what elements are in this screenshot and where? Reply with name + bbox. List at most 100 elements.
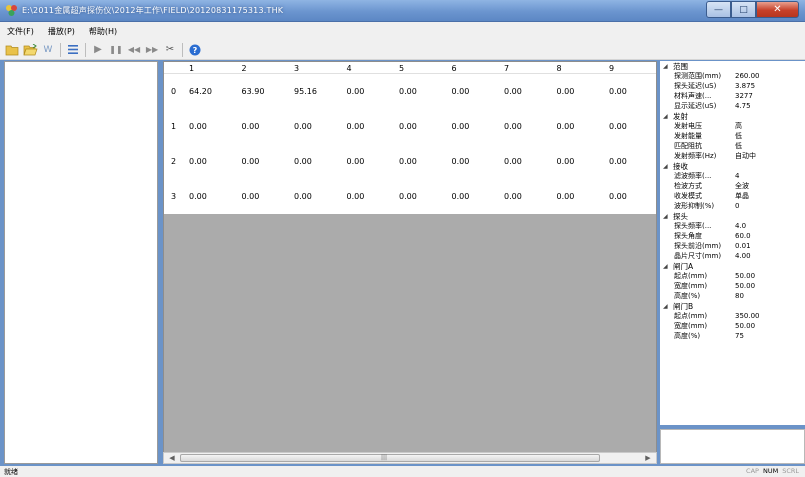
property-value[interactable]: 50.00: [735, 272, 805, 280]
grid-cell[interactable]: 0.00: [447, 144, 500, 179]
property-value[interactable]: 低: [735, 131, 805, 141]
grid-cell[interactable]: 0.00: [499, 109, 552, 144]
category-probe[interactable]: ◢ 探头: [660, 211, 805, 221]
property-value[interactable]: 75: [735, 332, 805, 340]
open-folder-button[interactable]: [22, 42, 38, 58]
category-gate-a[interactable]: ◢ 闸门A: [660, 261, 805, 271]
property-row[interactable]: 收发模式 单晶: [660, 191, 805, 201]
property-value[interactable]: 全波: [735, 181, 805, 191]
play-button[interactable]: ▶: [90, 42, 106, 58]
data-grid-area[interactable]: 1 2 3 4 5 6 7 8 9 0 64.20 63.90 95.16 0.…: [163, 61, 657, 464]
property-row[interactable]: 检波方式 全波: [660, 181, 805, 191]
menu-play[interactable]: 播放(P): [41, 26, 82, 37]
property-row[interactable]: 发射电压 高: [660, 121, 805, 131]
category-receive[interactable]: ◢ 接收: [660, 161, 805, 171]
property-row[interactable]: 探测范围(mm) 260.00: [660, 71, 805, 81]
property-value[interactable]: 60.0: [735, 232, 805, 240]
grid-cell[interactable]: 0.00: [342, 144, 395, 179]
collapse-icon[interactable]: ◢: [660, 113, 673, 120]
column-header[interactable]: 6: [447, 62, 500, 74]
cut-button[interactable]: ✂: [162, 42, 178, 58]
scroll-left-icon[interactable]: ◀: [166, 453, 178, 463]
minimize-button[interactable]: —: [706, 1, 731, 18]
grid-cell[interactable]: 0.00: [552, 144, 605, 179]
grid-cell[interactable]: 0.00: [394, 179, 447, 214]
collapse-icon[interactable]: ◢: [660, 63, 673, 70]
property-value[interactable]: 0.01: [735, 242, 805, 250]
category-range[interactable]: ◢ 范围: [660, 61, 805, 71]
grid-cell[interactable]: 0.00: [604, 144, 656, 179]
property-value[interactable]: 50.00: [735, 322, 805, 330]
maximize-button[interactable]: □: [731, 1, 756, 18]
property-value[interactable]: 80: [735, 292, 805, 300]
property-value[interactable]: 0: [735, 202, 805, 210]
property-row[interactable]: 滤波频率(... 4: [660, 171, 805, 181]
property-row[interactable]: 显示延迟(uS) 4.75: [660, 101, 805, 111]
table-row[interactable]: 3 0.00 0.00 0.00 0.00 0.00 0.00 0.00 0.0…: [164, 179, 656, 214]
property-row[interactable]: 匹配阻抗 低: [660, 141, 805, 151]
property-value[interactable]: 3.875: [735, 82, 805, 90]
property-value[interactable]: 4: [735, 172, 805, 180]
table-row[interactable]: 0 64.20 63.90 95.16 0.00 0.00 0.00 0.00 …: [164, 74, 656, 109]
menu-file[interactable]: 文件(F): [0, 26, 41, 37]
grid-cell[interactable]: 0.00: [394, 144, 447, 179]
column-header[interactable]: 4: [342, 62, 395, 74]
grid-cell[interactable]: 0.00: [499, 144, 552, 179]
column-header[interactable]: 3: [289, 62, 342, 74]
grid-cell[interactable]: 0.00: [342, 109, 395, 144]
property-value[interactable]: 单晶: [735, 191, 805, 201]
property-row[interactable]: 发射频率(Hz) 自动中: [660, 151, 805, 161]
grid-cell[interactable]: 0.00: [184, 109, 237, 144]
property-row[interactable]: 探头频率(... 4.0: [660, 221, 805, 231]
property-row[interactable]: 高度(%) 80: [660, 291, 805, 301]
grid-cell[interactable]: 0.00: [552, 109, 605, 144]
grid-cell[interactable]: 0.00: [447, 179, 500, 214]
property-value[interactable]: 4.0: [735, 222, 805, 230]
grid-cell[interactable]: 0.00: [184, 179, 237, 214]
grid-cell[interactable]: 0.00: [289, 109, 342, 144]
new-folder-button[interactable]: [4, 42, 20, 58]
scrollbar-thumb[interactable]: |||: [180, 454, 600, 462]
grid-cell[interactable]: 0.00: [552, 179, 605, 214]
pause-button[interactable]: ❚❚: [108, 42, 124, 58]
property-value[interactable]: 4.00: [735, 252, 805, 260]
collapse-icon[interactable]: ◢: [660, 303, 673, 310]
property-row[interactable]: 探头角度 60.0: [660, 231, 805, 241]
scroll-right-icon[interactable]: ▶: [642, 453, 654, 463]
column-header[interactable]: 7: [499, 62, 552, 74]
grid-cell[interactable]: 0.00: [447, 109, 500, 144]
grid-cell[interactable]: 63.90: [237, 74, 290, 109]
skip-back-button[interactable]: ◀◀: [126, 42, 142, 58]
property-row[interactable]: 探头前沿(mm) 0.01: [660, 241, 805, 251]
property-row[interactable]: 晶片尺寸(mm) 4.00: [660, 251, 805, 261]
property-value[interactable]: 4.75: [735, 102, 805, 110]
grid-cell[interactable]: 0.00: [552, 74, 605, 109]
collapse-icon[interactable]: ◢: [660, 163, 673, 170]
grid-cell[interactable]: 0.00: [604, 74, 656, 109]
property-value[interactable]: 低: [735, 141, 805, 151]
grid-cell[interactable]: 0.00: [394, 109, 447, 144]
property-row[interactable]: 探头延迟(uS) 3.875: [660, 81, 805, 91]
column-header[interactable]: 8: [552, 62, 605, 74]
horizontal-scrollbar[interactable]: ◀ ||| ▶: [163, 452, 657, 464]
property-row[interactable]: 材料声速(... 3277: [660, 91, 805, 101]
grid-cell[interactable]: 0.00: [499, 74, 552, 109]
close-button[interactable]: ✕: [756, 1, 799, 18]
file-tree-pane[interactable]: [4, 61, 158, 464]
grid-cell[interactable]: 0.00: [447, 74, 500, 109]
collapse-icon[interactable]: ◢: [660, 263, 673, 270]
property-row[interactable]: 起点(mm) 50.00: [660, 271, 805, 281]
help-button[interactable]: ?: [187, 42, 203, 58]
skip-forward-button[interactable]: ▶▶: [144, 42, 160, 58]
column-header[interactable]: 2: [237, 62, 290, 74]
grid-cell[interactable]: 0.00: [604, 179, 656, 214]
grid-cell[interactable]: 0.00: [604, 109, 656, 144]
grid-cell[interactable]: 0.00: [237, 144, 290, 179]
property-row[interactable]: 波形抑制(%) 0: [660, 201, 805, 211]
property-row[interactable]: 宽度(mm) 50.00: [660, 321, 805, 331]
property-value[interactable]: 350.00: [735, 312, 805, 320]
grid-cell[interactable]: 0.00: [237, 109, 290, 144]
property-value[interactable]: 3277: [735, 92, 805, 100]
property-row[interactable]: 高度(%) 75: [660, 331, 805, 341]
grid-cell[interactable]: 0.00: [394, 74, 447, 109]
